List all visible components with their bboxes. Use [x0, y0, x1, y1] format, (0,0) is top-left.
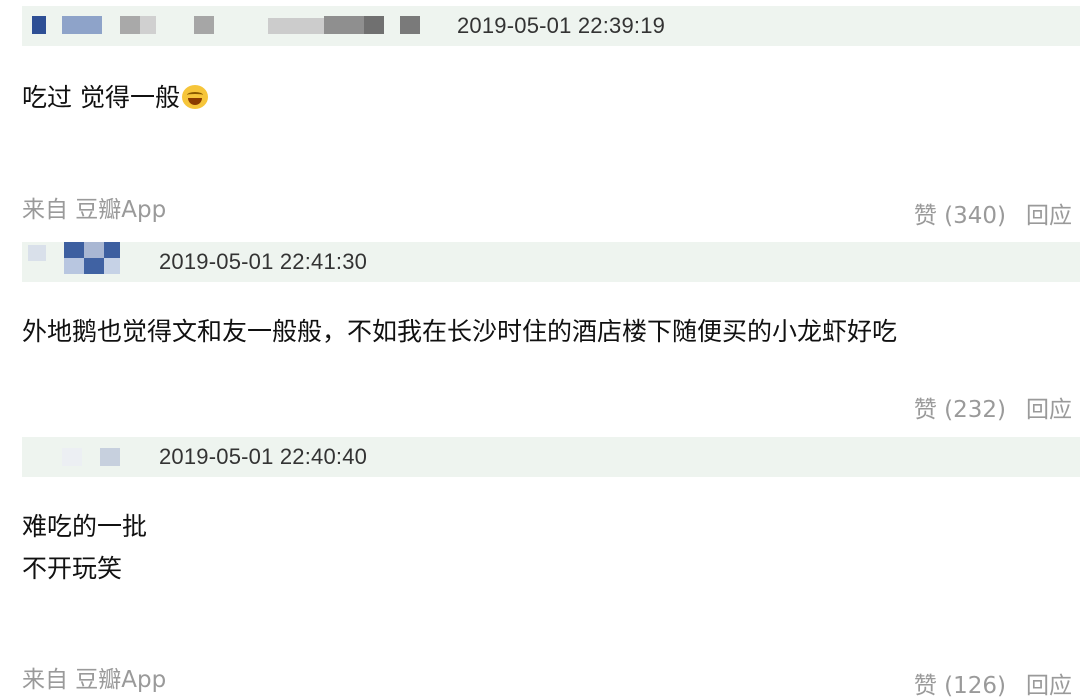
comment-actions: 赞 (232) 回应	[914, 390, 1072, 424]
redacted-username-block	[364, 16, 384, 34]
avatar[interactable]	[28, 245, 46, 261]
tears-of-joy-emoji-icon	[181, 85, 208, 109]
redacted-username-block	[64, 242, 84, 258]
comment-text: 外地鹅也觉得文和友一般般，不如我在长沙时住的酒店楼下随便买的小龙虾好吃	[22, 311, 897, 353]
redacted-username-block	[104, 242, 120, 258]
redacted-username-block	[194, 16, 214, 34]
redacted-username-block	[84, 242, 104, 258]
comment-timestamp: 2019-05-01 22:39:19	[457, 13, 666, 38]
reply-button[interactable]: 回应	[1026, 203, 1072, 229]
reply-button[interactable]: 回应	[1026, 673, 1072, 699]
username-redacted[interactable]	[22, 437, 142, 477]
comment-line: 外地鹅也觉得文和友一般般，不如我在长沙时住的酒店楼下随便买的小龙虾好吃	[22, 317, 898, 346]
comment-header: 2019-05-01 22:40:40	[22, 437, 1080, 477]
like-button[interactable]: 赞 (232)	[914, 397, 1006, 423]
redacted-username-block	[100, 448, 120, 466]
redacted-username-block	[120, 16, 140, 34]
like-button[interactable]: 赞 (340)	[914, 203, 1006, 229]
comment-text: 难吃的一批 不开玩笑	[22, 506, 147, 590]
reply-button[interactable]: 回应	[1026, 397, 1072, 423]
comment-line: 吃过 觉得一般	[22, 83, 180, 112]
comment-text: 吃过 觉得一般	[22, 77, 208, 119]
redacted-username-block	[324, 16, 364, 34]
redacted-username-block	[62, 16, 102, 34]
comment-line: 不开玩笑	[22, 554, 123, 583]
comment-timestamp: 2019-05-01 22:41:30	[159, 249, 368, 274]
redacted-username-block	[268, 18, 324, 34]
comment-actions: 赞 (126) 回应	[914, 666, 1072, 700]
comment-source: 来自 豆瓣App	[22, 667, 167, 693]
username-redacted[interactable]	[22, 6, 442, 46]
redacted-username-block	[104, 258, 120, 274]
avatar[interactable]	[62, 448, 82, 466]
username-redacted[interactable]	[22, 242, 142, 282]
comment-actions: 赞 (340) 回应	[914, 196, 1072, 230]
comment-header: 2019-05-01 22:39:19	[22, 6, 1080, 46]
avatar[interactable]	[32, 16, 46, 34]
comment-source: 来自 豆瓣App	[22, 197, 167, 223]
redacted-username-block	[64, 258, 84, 274]
comment-header: 2019-05-01 22:41:30	[22, 242, 1080, 282]
comment-line: 难吃的一批	[22, 512, 148, 541]
redacted-username-block	[140, 16, 156, 34]
like-button[interactable]: 赞 (126)	[914, 673, 1006, 699]
redacted-username-block	[84, 258, 104, 274]
comment-timestamp: 2019-05-01 22:40:40	[159, 444, 368, 469]
redacted-username-block	[400, 16, 420, 34]
